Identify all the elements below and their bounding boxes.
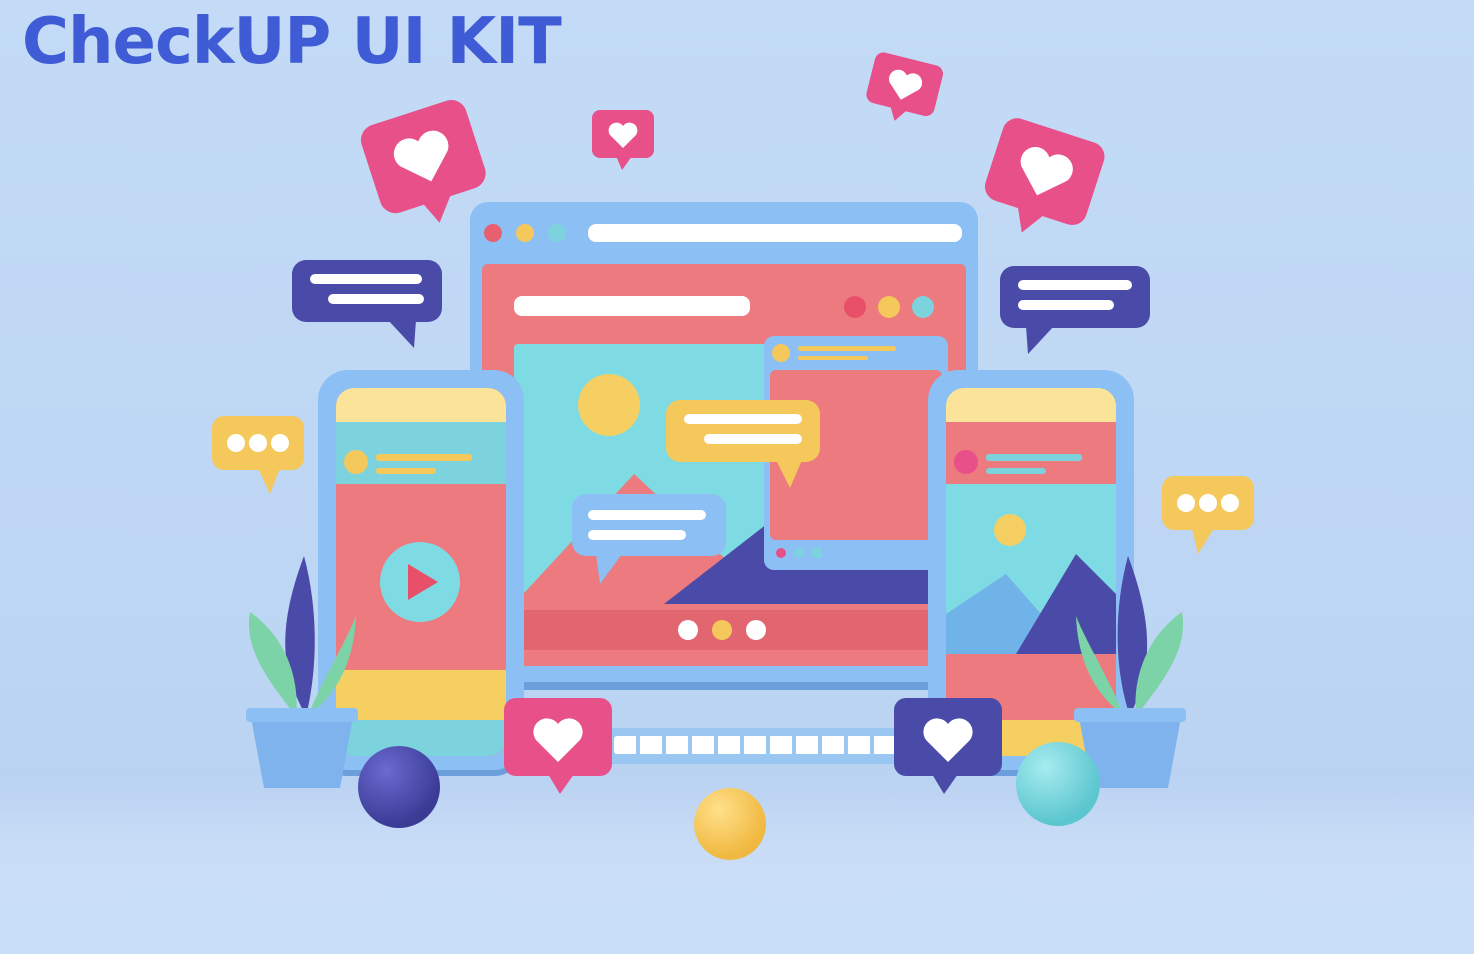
page-dot-red — [844, 296, 866, 318]
pager-dot-1 — [678, 620, 698, 640]
right-phone-sub-line — [986, 468, 1046, 474]
pager-dot-3 — [746, 620, 766, 640]
left-phone-avatar — [344, 450, 368, 474]
chat-bubble-icon-right — [1000, 266, 1150, 354]
heart-icon-bottom-left — [504, 698, 612, 794]
sphere-purple — [358, 746, 440, 828]
right-phone-name-line — [986, 454, 1082, 461]
window-minimize-dot — [516, 224, 534, 242]
plant-right — [1074, 556, 1186, 788]
page-dot-teal — [912, 296, 934, 318]
post-subtitle-line — [798, 356, 868, 360]
right-phone-tabbar — [946, 422, 1116, 442]
page-dot-yellow — [878, 296, 900, 318]
heart-icon-top-center — [592, 110, 654, 170]
left-phone-notch — [336, 388, 506, 422]
post-heart-icon — [776, 548, 786, 558]
play-icon — [408, 564, 438, 600]
left-phone-screen — [336, 388, 506, 756]
post-avatar — [772, 344, 790, 362]
illustration-scene — [0, 0, 1474, 954]
right-phone-notch — [946, 388, 1116, 422]
left-phone-actions — [336, 670, 506, 720]
window-close-dot — [484, 224, 502, 242]
left-phone-navbar — [336, 720, 506, 756]
sun-shape — [578, 374, 640, 436]
chat-bubble-icon-left — [292, 260, 442, 348]
heart-icon-top-right — [984, 118, 1105, 233]
left-phone-sub-line — [376, 468, 436, 474]
post-title-line — [798, 346, 896, 351]
address-bar — [588, 224, 962, 242]
plant-left — [246, 556, 358, 788]
right-phone-sun — [994, 514, 1026, 546]
pager-dot-2 — [712, 620, 732, 640]
chat-bubble-icon-blue — [572, 494, 726, 584]
page-heading-bar — [514, 296, 750, 316]
post-share-icon — [812, 548, 822, 558]
post-comment-icon — [794, 548, 804, 558]
heart-icon-top-right-small — [866, 52, 944, 121]
chat-bubble-icon-yellow — [666, 400, 820, 488]
right-phone-avatar — [954, 450, 978, 474]
sphere-yellow — [694, 788, 766, 860]
sphere-teal — [1016, 742, 1100, 826]
heart-icon-bottom-right — [894, 698, 1002, 794]
left-phone-tabbar — [336, 422, 506, 442]
typing-dots-icon-right — [1162, 476, 1254, 554]
window-maximize-dot — [548, 224, 566, 242]
left-phone-name-line — [376, 454, 472, 461]
typing-dots-icon-left — [212, 416, 304, 494]
keyboard — [600, 728, 920, 764]
keyboard-keys — [614, 736, 906, 754]
